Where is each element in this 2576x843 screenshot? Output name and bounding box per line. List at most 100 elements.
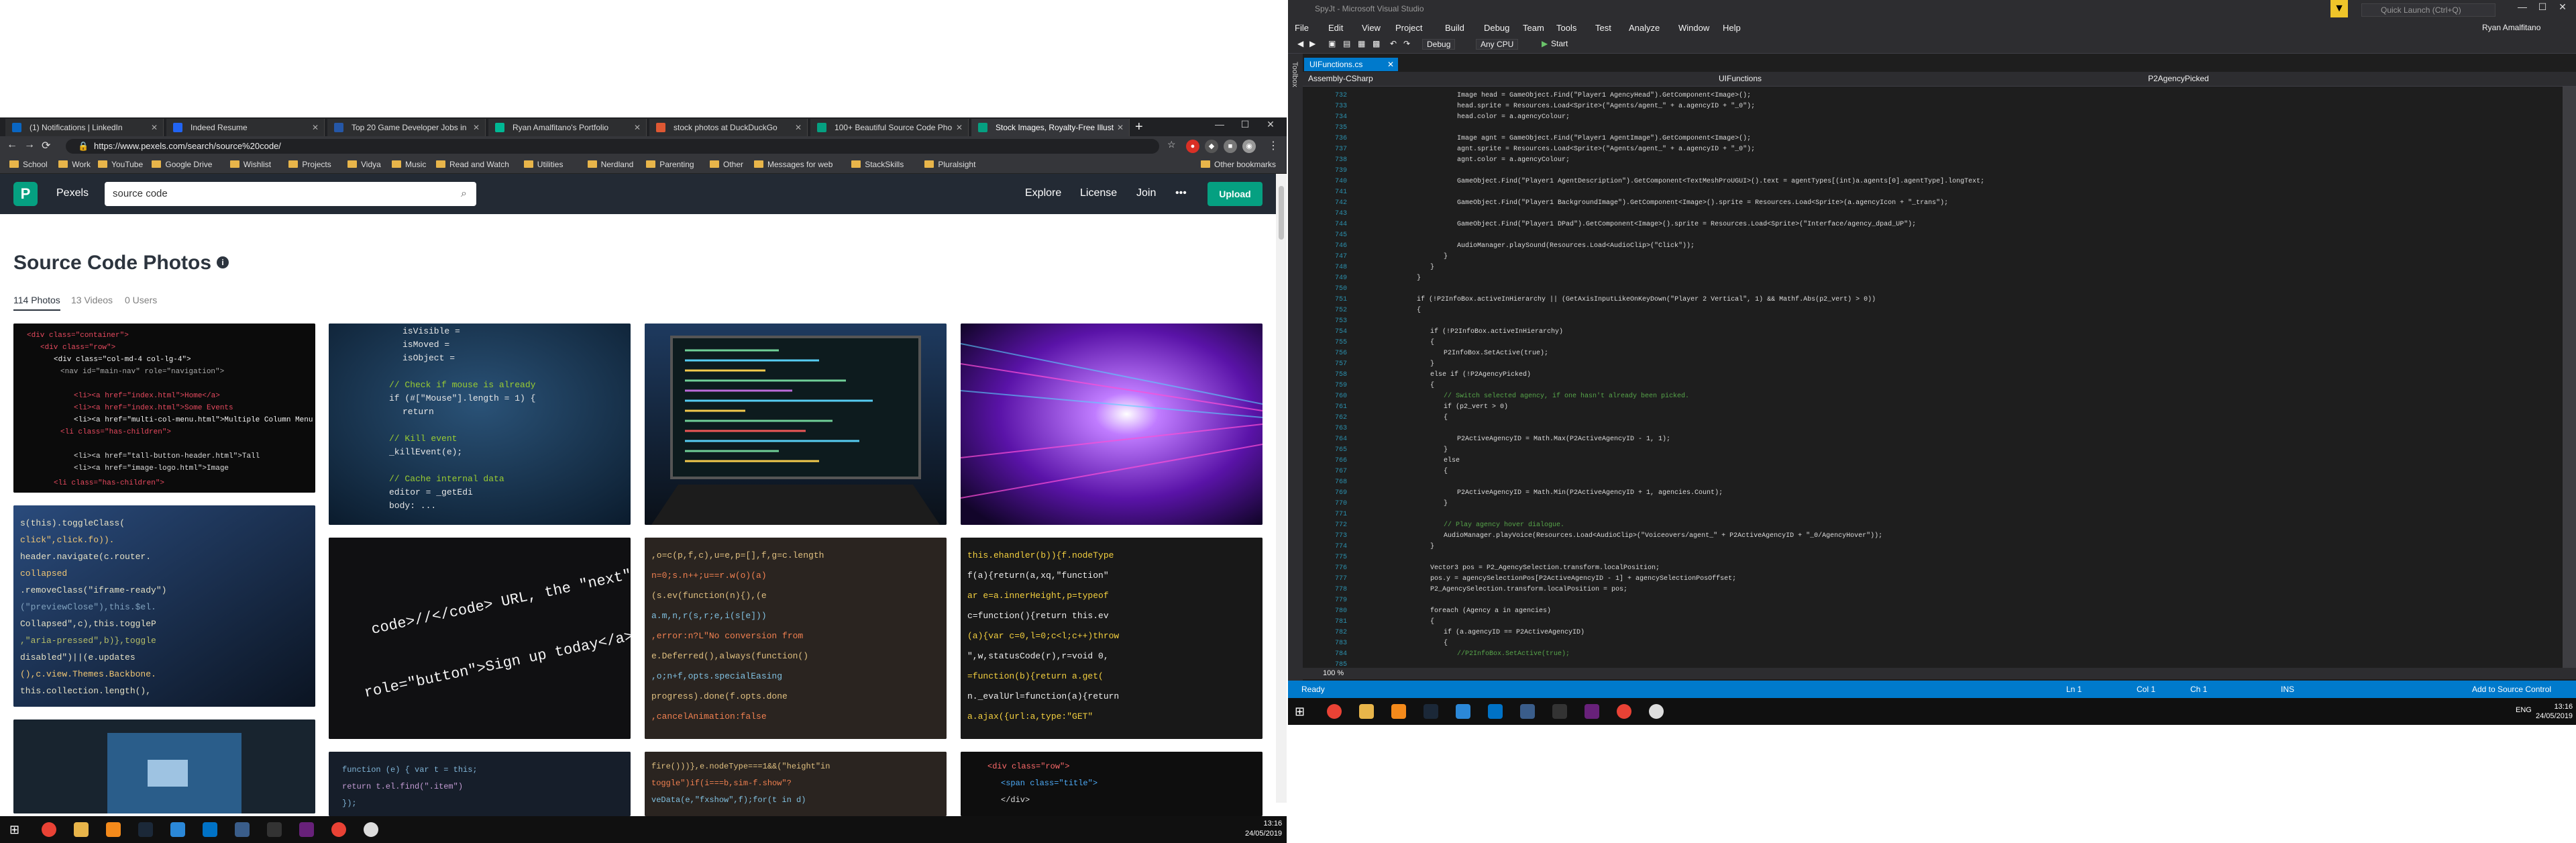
code-line[interactable]: GameObject.Find("Player1 BackgroundImage…: [1457, 198, 1948, 209]
close-tab-icon[interactable]: ✕: [312, 119, 319, 136]
code-line[interactable]: agnt.sprite = Resources.Load<Sprite>("Ag…: [1457, 144, 1755, 155]
code-line[interactable]: }: [1444, 252, 1448, 262]
code-line[interactable]: if (a.agencyID == P2ActiveAgencyID): [1444, 628, 1585, 638]
back-icon[interactable]: ←: [7, 139, 17, 151]
visual-studio-icon[interactable]: [1585, 704, 1599, 719]
code-line[interactable]: P2_AgencySelection.transform.localPositi…: [1430, 585, 1627, 595]
start-icon[interactable]: ▶: [1542, 39, 1548, 48]
code-line[interactable]: P2ActiveAgencyID = Math.Max(P2ActiveAgen…: [1457, 434, 1670, 445]
save-icon[interactable]: ▦: [1358, 39, 1365, 48]
toolbox-label[interactable]: Toolbox: [1291, 62, 1299, 87]
star-icon[interactable]: ☆: [1167, 139, 1176, 150]
photo-tile[interactable]: [13, 720, 315, 813]
search-icon[interactable]: ⌕: [461, 182, 467, 206]
chrome-icon[interactable]: [331, 822, 346, 837]
nav-license[interactable]: License: [1080, 187, 1117, 199]
close-tab-icon[interactable]: ✕: [473, 119, 480, 136]
code-line[interactable]: P2InfoBox.SetActive(true);: [1444, 348, 1548, 359]
twitter-icon[interactable]: [170, 822, 185, 837]
code-line[interactable]: if (!P2InfoBox.activeInHierarchy || (Get…: [1417, 295, 1876, 305]
photo-tile[interactable]: code>//</code> URL, the "next" role="but…: [329, 538, 631, 739]
code-line[interactable]: {: [1430, 381, 1434, 391]
code-line[interactable]: Image agnt = GameObject.Find("Player1 Ag…: [1457, 134, 1751, 144]
menu-item-team[interactable]: Team: [1523, 23, 1544, 33]
info-icon[interactable]: i: [217, 256, 229, 268]
maximize-icon[interactable]: ☐: [1232, 119, 1258, 130]
menu-item-build[interactable]: Build: [1445, 23, 1464, 33]
chrome-icon[interactable]: [1327, 704, 1342, 719]
code-line[interactable]: }: [1417, 273, 1421, 284]
bookmark-item[interactable]: Parenting: [646, 160, 694, 169]
document-tab[interactable]: UIFunctions.cs ✕: [1304, 58, 1398, 71]
code-line[interactable]: //P2InfoBox.SetActive(true);: [1457, 649, 1570, 660]
browser-tab[interactable]: 100+ Beautiful Source Code Pho ✕: [810, 119, 969, 136]
language-indicator[interactable]: ENG: [2516, 706, 2532, 714]
add-to-source-control[interactable]: Add to Source Control: [2472, 685, 2551, 694]
menu-item-tools[interactable]: Tools: [1556, 23, 1576, 33]
photo-tile[interactable]: [645, 324, 947, 525]
windows-start-icon[interactable]: ⊞: [9, 822, 24, 837]
bookmark-item[interactable]: Vidya: [347, 160, 381, 169]
pexels-name[interactable]: Pexels: [56, 187, 89, 199]
config-dropdown[interactable]: Debug: [1422, 39, 1456, 50]
code-line[interactable]: }: [1430, 262, 1434, 273]
reload-icon[interactable]: ⟳: [42, 139, 50, 152]
code-line[interactable]: agnt.color = a.agencyColour;: [1457, 155, 1570, 166]
back-icon[interactable]: ◀: [1297, 39, 1303, 48]
menu-item-help[interactable]: Help: [1723, 23, 1741, 33]
code-line[interactable]: else: [1444, 456, 1460, 466]
platform-dropdown[interactable]: Any CPU: [1476, 39, 1519, 50]
photo-tile[interactable]: s(this).toggleClass( click",click.fo)). …: [13, 505, 315, 707]
extension-icon[interactable]: ●: [1186, 140, 1199, 153]
close-tab-icon[interactable]: ✕: [1387, 58, 1394, 71]
photos-icon[interactable]: [235, 822, 250, 837]
minimize-icon[interactable]: —: [1206, 119, 1233, 130]
menu-item-analyze[interactable]: Analyze: [1629, 23, 1660, 33]
pexels-logo[interactable]: P: [13, 182, 38, 206]
menu-item-debug[interactable]: Debug: [1484, 23, 1509, 33]
bookmark-item[interactable]: Google Drive: [152, 160, 212, 169]
code-line[interactable]: if (p2_vert > 0): [1444, 402, 1508, 413]
close-tab-icon[interactable]: ✕: [1117, 119, 1124, 136]
visual-studio-icon[interactable]: [299, 822, 314, 837]
code-line[interactable]: AudioManager.playSound(Resources.Load<Au…: [1457, 241, 1695, 252]
new-tab-icon[interactable]: +: [1135, 119, 1143, 134]
bookmark-item[interactable]: YouTube: [98, 160, 143, 169]
chrome-icon[interactable]: [42, 822, 56, 837]
code-line[interactable]: else if (!P2AgencyPicked): [1430, 370, 1531, 381]
code-line[interactable]: // Switch selected agency, if one hasn't…: [1444, 391, 1689, 402]
code-line[interactable]: Image head = GameObject.Find("Player1 Ag…: [1457, 91, 1751, 101]
code-line[interactable]: }: [1444, 445, 1448, 456]
extension-icon[interactable]: ◆: [1205, 140, 1218, 153]
editor-scrollbar[interactable]: [2563, 87, 2576, 668]
code-line[interactable]: head.color = a.agencyColour;: [1457, 112, 1570, 123]
close-tab-icon[interactable]: ✕: [634, 119, 641, 136]
app-icon[interactable]: [364, 822, 378, 837]
search-input[interactable]: source code ⌕: [105, 182, 476, 206]
quick-launch-input[interactable]: Quick Launch (Ctrl+Q): [2361, 3, 2496, 17]
code-line[interactable]: {: [1430, 338, 1434, 348]
menu-item-test[interactable]: Test: [1595, 23, 1611, 33]
browser-tab[interactable]: stock photos at DuckDuckGo ✕: [649, 119, 808, 136]
zoom-level[interactable]: 100 %: [1303, 668, 2576, 679]
photo-tile[interactable]: function (e) { var t = this; return t.el…: [329, 752, 631, 816]
terminal-icon[interactable]: [267, 822, 282, 837]
nav-join[interactable]: Join: [1136, 187, 1156, 199]
photo-tile[interactable]: this.ehandler(b)){f.nodeType f(a){return…: [961, 538, 1263, 739]
code-line[interactable]: head.sprite = Resources.Load<Sprite>("Ag…: [1457, 101, 1755, 112]
code-line[interactable]: {: [1444, 413, 1448, 424]
menu-item-window[interactable]: Window: [1678, 23, 1709, 33]
bookmark-item[interactable]: Pluralsight: [924, 160, 975, 169]
bookmark-item[interactable]: Nerdland: [587, 160, 633, 169]
code-line[interactable]: {: [1444, 466, 1448, 477]
code-line[interactable]: // Play agency hover dialogue.: [1444, 520, 1564, 531]
toolbox-strip[interactable]: Toolbox: [1288, 54, 1303, 681]
feedback-icon[interactable]: ▼: [2330, 0, 2348, 17]
menu-item-project[interactable]: Project: [1395, 23, 1422, 33]
bookmark-item[interactable]: StackSkills: [851, 160, 904, 169]
user-name[interactable]: Ryan Amalfitano: [2482, 23, 2540, 32]
forward-icon[interactable]: →: [24, 139, 35, 151]
code-line[interactable]: GameObject.Find("Player1 DPad").GetCompo…: [1457, 219, 1916, 230]
app-icon[interactable]: [1649, 704, 1664, 719]
browser-tab[interactable]: Indeed Resume ✕: [166, 119, 325, 136]
